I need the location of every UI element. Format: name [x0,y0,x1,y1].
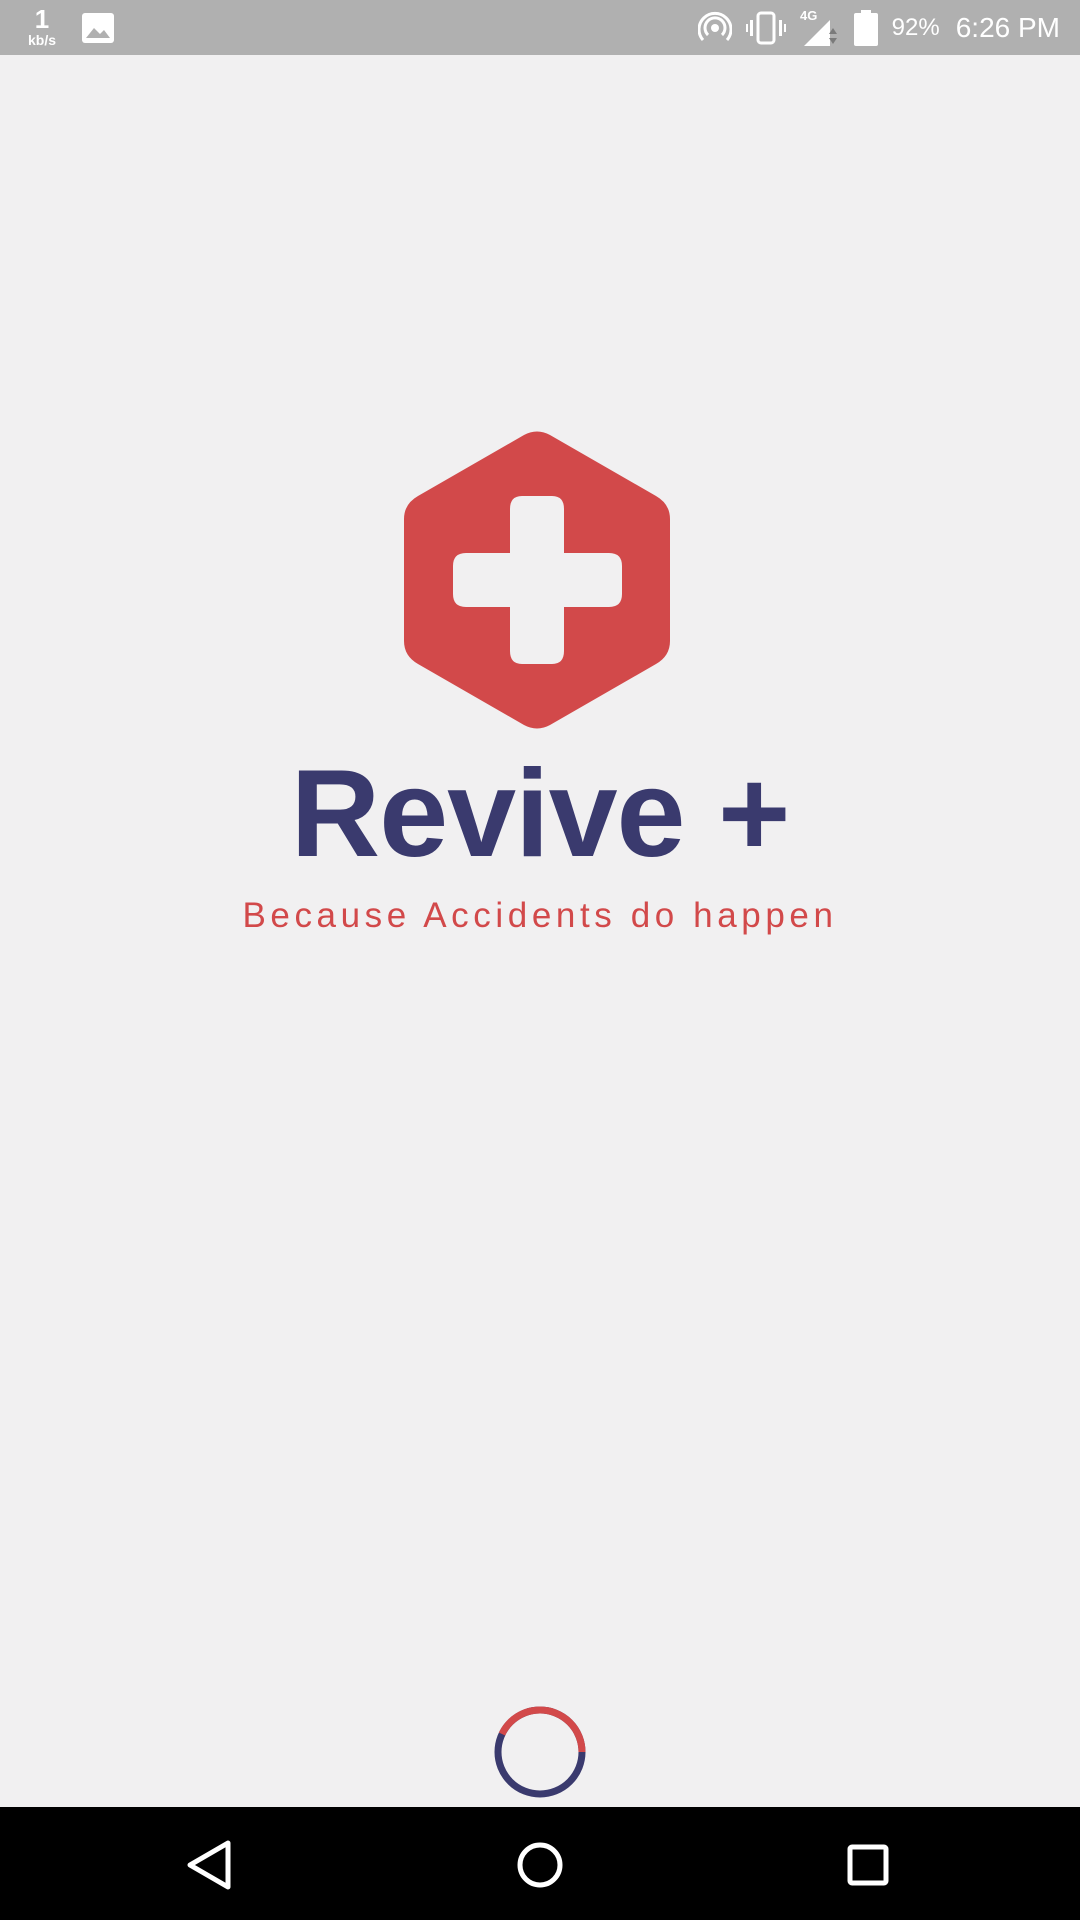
gallery-icon [82,13,114,43]
battery-percent: 92% [891,13,940,41]
battery-icon [853,9,878,46]
app-logo-icon [404,431,670,729]
status-icons: 4G 92% 6:26 PM [684,0,1060,55]
vibrate-icon [745,11,786,44]
recents-icon[interactable] [838,1835,898,1895]
home-icon[interactable] [510,1835,570,1895]
network-speed-unit: kb/s [27,32,56,48]
splash-screen: 1 kb/s 4G 92% 6:26 PM Revive + Because A… [0,0,1080,1920]
app-tagline: Because Accidents do happen [242,896,838,935]
network-speed-value: 1 [34,4,50,34]
network-type-label: 4G [800,8,817,23]
signal-4g-icon: 4G [800,8,837,46]
hotspot-icon [697,11,732,41]
back-icon[interactable] [182,1835,242,1895]
network-speed-indicator: 1 kb/s [20,6,64,47]
status-bar: 1 kb/s 4G 92% 6:26 PM [0,0,1080,55]
loading-spinner [494,1706,586,1798]
navigation-bar [0,1807,1080,1920]
status-clock: 6:26 PM [955,11,1060,43]
app-name: Revive + [290,745,791,883]
